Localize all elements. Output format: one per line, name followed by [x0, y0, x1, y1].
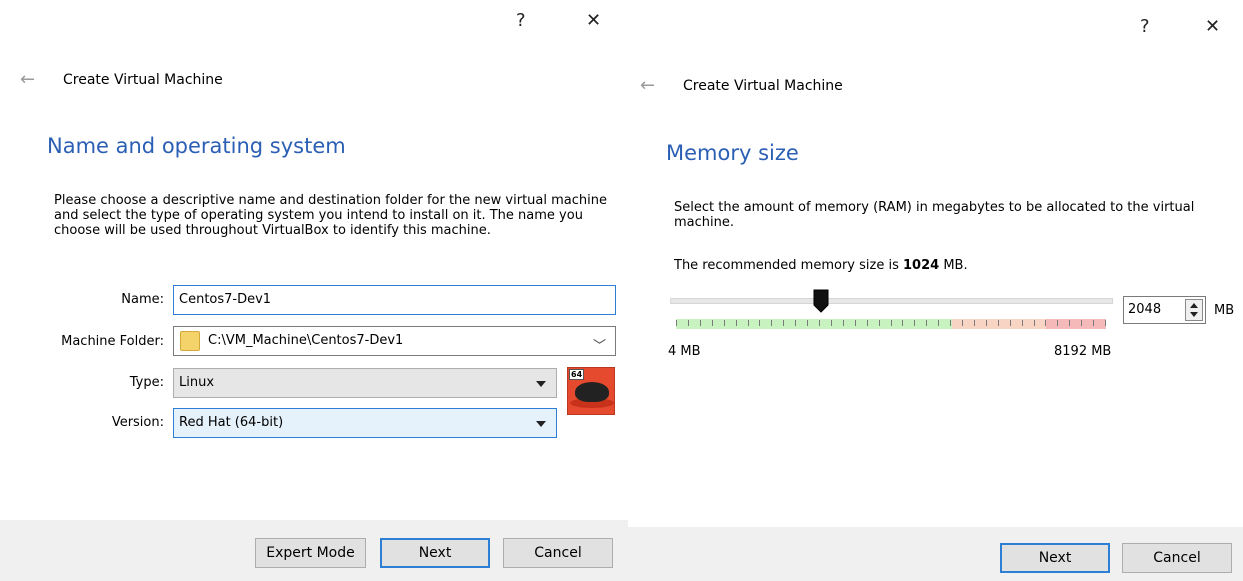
memory-max-label: 8192 MB [1054, 344, 1112, 359]
scale-zone-safe [676, 319, 952, 329]
scale-tick [879, 320, 880, 326]
wizard-title: Create Virtual Machine [683, 78, 843, 94]
version-value: Red Hat (64-bit) [179, 415, 284, 430]
chevron-down-icon: ﹀ [592, 339, 606, 354]
scale-tick [1022, 320, 1023, 326]
scale-tick [736, 320, 737, 326]
scale-tick [998, 320, 999, 326]
folder-icon [180, 331, 200, 351]
scale-tick [926, 320, 927, 326]
scale-tick [676, 320, 677, 326]
scale-tick [712, 320, 713, 326]
type-label: Type: [129, 375, 164, 390]
spin-down-icon[interactable] [1190, 312, 1198, 317]
scale-tick [807, 320, 808, 326]
name-label: Name: [121, 292, 164, 307]
dropdown-arrow-icon [536, 421, 546, 427]
scale-tick [843, 320, 844, 326]
help-button[interactable]: ? [516, 12, 526, 30]
scale-tick [724, 320, 725, 326]
name-input-value: Centos7-Dev1 [179, 292, 272, 307]
name-os-wizard-page: ? ✕ ← Create Virtual Machine Name and op… [0, 0, 628, 581]
type-value: Linux [179, 375, 215, 390]
scale-tick [1069, 320, 1070, 326]
scale-tick [902, 320, 903, 326]
scale-tick [1010, 320, 1011, 326]
next-button[interactable]: Next [1000, 543, 1110, 573]
name-input[interactable]: Centos7-Dev1 [173, 285, 616, 315]
scale-tick [831, 320, 832, 326]
scale-tick [819, 320, 820, 326]
scale-tick [771, 320, 772, 326]
memory-spinbox[interactable]: 2048 [1123, 296, 1206, 324]
scale-tick [986, 320, 987, 326]
memory-unit-label: MB [1214, 303, 1235, 318]
scale-tick [759, 320, 760, 326]
scale-tick [1057, 320, 1058, 326]
close-button[interactable]: ✕ [1205, 18, 1220, 36]
scale-tick [783, 320, 784, 326]
page-description: Select the amount of memory (RAM) in meg… [674, 200, 1195, 230]
scale-tick [1105, 320, 1106, 326]
scale-tick [950, 320, 951, 326]
scale-tick [688, 320, 689, 326]
recommended-memory-text: The recommended memory size is 1024 MB. [674, 258, 1224, 273]
scale-tick [795, 320, 796, 326]
scale-zone-danger [1046, 319, 1106, 329]
type-select[interactable]: Linux [173, 368, 557, 398]
scale-tick [1045, 320, 1046, 326]
dropdown-arrow-icon [536, 381, 546, 387]
version-select[interactable]: Red Hat (64-bit) [173, 408, 557, 438]
scale-tick [1081, 320, 1082, 326]
memory-size-wizard-page: ? ✕ ← Create Virtual Machine Memory size… [628, 0, 1243, 581]
recommended-suffix: MB. [943, 258, 968, 273]
scale-tick [938, 320, 939, 326]
button-bar: Expert Mode Next Cancel [0, 520, 628, 581]
scale-tick [974, 320, 975, 326]
close-button[interactable]: ✕ [586, 12, 601, 30]
scale-tick [962, 320, 963, 326]
help-button[interactable]: ? [1140, 18, 1150, 36]
scale-tick [748, 320, 749, 326]
scale-tick [855, 320, 856, 326]
back-arrow-icon[interactable]: ← [640, 77, 655, 95]
machine-folder-combo[interactable]: C:\VM_Machine\Centos7-Dev1 ﹀ [173, 326, 616, 356]
wizard-title: Create Virtual Machine [63, 72, 223, 88]
machine-folder-value: C:\VM_Machine\Centos7-Dev1 [208, 333, 404, 348]
scale-tick [700, 320, 701, 326]
memory-slider-track[interactable] [670, 298, 1113, 304]
spin-buttons[interactable] [1185, 299, 1203, 321]
cancel-button[interactable]: Cancel [503, 538, 613, 568]
scale-tick [1093, 320, 1094, 326]
next-button[interactable]: Next [380, 538, 490, 568]
scale-tick [1034, 320, 1035, 326]
os-64bit-badge: 64 [569, 369, 585, 380]
version-label: Version: [111, 415, 164, 430]
memory-slider-thumb[interactable] [813, 289, 829, 313]
scale-tick [914, 320, 915, 326]
spin-up-icon[interactable] [1190, 303, 1198, 308]
red-hat-icon: 64 [567, 367, 615, 415]
expert-mode-button[interactable]: Expert Mode [255, 538, 366, 568]
recommended-value: 1024 [902, 258, 940, 273]
memory-min-label: 4 MB [668, 344, 701, 359]
scale-tick [867, 320, 868, 326]
recommended-prefix: The recommended memory size is [674, 258, 899, 273]
memory-scale [676, 319, 1106, 329]
scale-tick [891, 320, 892, 326]
button-bar: Next Cancel [628, 527, 1243, 581]
memory-spinbox-value: 2048 [1128, 302, 1162, 317]
machine-folder-label: Machine Folder: [61, 334, 164, 349]
back-arrow-icon[interactable]: ← [20, 71, 35, 89]
page-description: Please choose a descriptive name and des… [54, 193, 607, 238]
page-heading: Name and operating system [47, 134, 346, 158]
scale-zone-warning [952, 319, 1046, 329]
page-heading: Memory size [666, 141, 799, 165]
cancel-button[interactable]: Cancel [1122, 543, 1232, 573]
